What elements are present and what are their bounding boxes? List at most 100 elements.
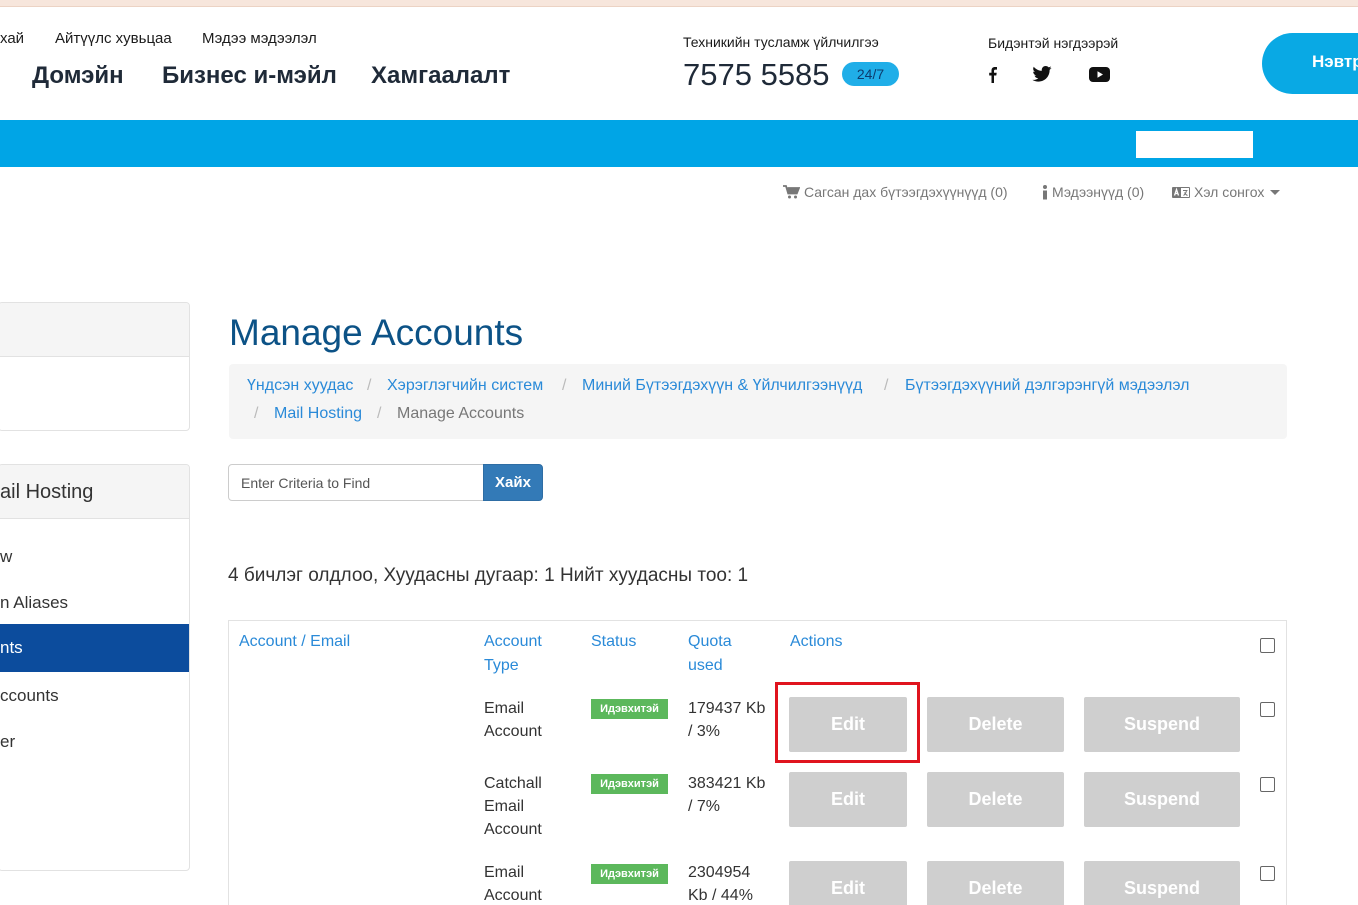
main-link-security[interactable]: Хамгаалалт [371,62,510,90]
nav-item-domain-label: Домэйн [150,14,211,33]
row-3-checkbox[interactable] [1260,866,1275,881]
caret-down-icon [337,22,348,28]
row-2-quota-line1: 383421 Kb [688,775,766,792]
breadcrumb-separator: / [254,405,259,422]
row-3-edit-button[interactable]: Edit [789,861,907,905]
row-2-edit-button[interactable]: Edit [789,772,907,827]
nav-item-billing-label: Биллинг [262,14,328,33]
sidebar-item-other-accounts[interactable]: ccounts [0,686,59,706]
row-1-checkbox[interactable] [1260,702,1275,717]
breadcrumb [229,364,1287,439]
sidebar-item-aliases[interactable]: n Aliases [0,593,68,613]
nav-item-open-ticket[interactable]: Тусламжийн хүсэлт нээх [496,0,689,47]
column-header-type[interactable]: Account Type [484,630,542,678]
highlight-annotation-box [775,682,920,763]
row-1-quota: 179437 Kb / 3% [688,697,765,743]
login-button[interactable]: Нэвтр [1262,33,1358,94]
column-header-account[interactable]: Account / Email [239,630,350,654]
cart-label: Сагсан дах бүтээгдэхүүнүүд (0) [804,184,1008,200]
notifications-label: Мэдээнүүд (0) [1052,184,1145,200]
breadcrumb-client-area[interactable]: Хэрэглэгчийн систем [387,377,543,395]
language-label: Хэл сонгох [1194,184,1265,200]
nav-greeting: Сайн уу, [1068,14,1134,33]
sidebar-item-filter[interactable]: er [0,732,15,752]
search-input[interactable] [228,464,484,501]
row-1-suspend-button[interactable]: Suspend [1084,697,1240,752]
info-icon [1043,184,1047,199]
select-all-checkbox[interactable] [1260,638,1275,653]
nav-item-support-label: Тусламж [377,14,446,33]
caret-down-icon [1265,22,1275,28]
nav-item-services[interactable]: Үйлчилгээ [17,0,118,47]
support-phone[interactable]: 7575 5585 [683,57,830,93]
column-header-quota-line1: Quota [688,633,732,650]
row-1-type: Email Account [484,697,542,743]
breadcrumb-separator: / [377,405,382,422]
row-1-delete-button[interactable]: Delete [927,697,1064,752]
row-2-suspend-button[interactable]: Suspend [1084,772,1240,827]
column-header-status[interactable]: Status [591,630,636,654]
records-summary: 4 бичлэг олдлоо, Хуудасны дугаар: 1 Нийт… [228,565,749,586]
row-1-type-line2: Account [484,723,542,740]
sidebar-item-active-bg [0,624,189,672]
column-header-quota-line2: used [688,657,723,674]
row-2-quota: 383421 Kb / 7% [688,772,765,818]
search-button[interactable]: Хайх [483,464,543,501]
breadcrumb-product-details[interactable]: Бүтээгдэхүүний дэлгэрэнгүй мэдээлэл [905,377,1190,395]
facebook-icon[interactable] [986,64,998,84]
breadcrumb-mail-hosting[interactable]: Mail Hosting [274,405,362,423]
row-3-quota-line1: 2304954 [688,864,751,881]
caret-down-icon [455,22,466,28]
support-badge: 24/7 [842,62,899,86]
main-link-domain[interactable]: Домэйн [32,62,124,90]
row-1-type-line1: Email [484,700,525,717]
nav-item-billing[interactable]: Биллинг [262,0,348,47]
sidebar-item-overview[interactable]: w [0,547,12,567]
row-3-status-badge: Идэвхитэй [591,864,668,884]
youtube-icon[interactable] [1088,64,1110,84]
user-name-box [1136,131,1253,158]
row-3-type-line2: Account [484,887,542,904]
row-2-type-line3: Account [484,821,542,838]
row-1-status-badge: Идэвхитэй [591,699,668,719]
cart-link[interactable]: Сагсан дах бүтээгдэхүүнүүд (0) [783,184,1008,200]
breadcrumb-separator: / [367,377,372,394]
row-3-type: Email Account [484,861,542,905]
column-header-quota[interactable]: Quota used [688,630,732,678]
row-1-quota-line1: 179437 Kb [688,700,766,717]
notifications-link[interactable]: Мэдээнүүд (0) [1042,184,1144,200]
nav-item-services-label: Үйлчилгээ [17,14,98,33]
user-menu-toggle[interactable] [1255,0,1275,47]
column-header-type-line1: Account [484,633,542,650]
nav-item-affiliates[interactable]: Хамтрагч [725,0,799,47]
language-selector[interactable]: Хэл сонгох [1172,184,1281,200]
breadcrumb-home[interactable]: Үндсэн хуудас [247,377,353,395]
row-2-type-line2: Email [484,798,525,815]
row-3-quota: 2304954 Kb / 44% [688,861,753,905]
column-header-type-line2: Type [484,657,519,674]
page-title: Manage Accounts [229,312,524,353]
row-2-status-badge: Идэвхитэй [591,774,668,794]
row-1-quota-line2: / 3% [688,723,721,740]
row-2-type-line1: Catchall [484,775,542,792]
row-2-delete-button[interactable]: Delete [927,772,1064,827]
caret-down-icon [1270,189,1281,195]
nav-item-domain[interactable]: Домэйн [150,0,231,47]
row-3-suspend-button[interactable]: Suspend [1084,861,1240,905]
language-icon [1172,186,1190,198]
row-3-quota-line2: Kb / 44% [688,887,753,904]
breadcrumb-current: Manage Accounts [397,405,525,422]
column-header-actions: Actions [790,633,843,650]
row-2-quota-line2: / 7% [688,798,721,815]
breadcrumb-separator: / [884,377,889,394]
twitter-icon[interactable] [1031,64,1053,84]
sidebar-item-accounts[interactable]: nts [0,638,23,658]
breadcrumb-separator: / [562,377,567,394]
row-3-delete-button[interactable]: Delete [927,861,1064,905]
cart-icon [783,185,800,199]
breadcrumb-my-services[interactable]: Миний Бүтээгдэхүүн & Үйлчилгээнүүд [582,377,862,395]
caret-down-icon [107,22,118,28]
row-2-checkbox[interactable] [1260,777,1275,792]
nav-item-support[interactable]: Тусламж [377,0,466,47]
main-link-business-email[interactable]: Бизнес и-мэйл [162,62,337,90]
